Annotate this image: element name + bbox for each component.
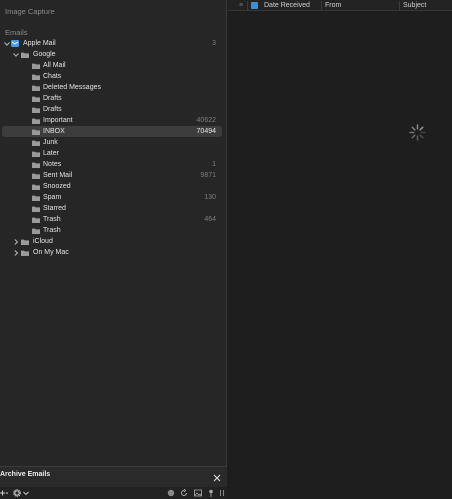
mailbox-label: INBOX — [43, 128, 65, 135]
mailbox-label: Drafts — [43, 95, 62, 102]
folder-icon — [21, 250, 29, 256]
google-label: Google — [33, 51, 56, 58]
column-header-from[interactable]: From — [325, 2, 341, 9]
folder-icon — [32, 217, 40, 223]
mailbox-label: Junk — [43, 139, 58, 146]
mailbox-row[interactable]: Notes 1 — [2, 159, 222, 170]
chevron-down-icon[interactable] — [12, 51, 20, 59]
mailbox-count: 1 — [212, 161, 216, 168]
on-my-mac-label: On My Mac — [33, 249, 69, 256]
mailbox-row[interactable]: All Mail — [2, 60, 222, 71]
chevron-right-icon[interactable] — [12, 238, 20, 246]
folder-icon — [32, 195, 40, 201]
mailbox-count: 464 — [204, 216, 216, 223]
section-header-image-capture[interactable]: Image Capture — [5, 7, 55, 16]
mailbox-row[interactable]: Drafts — [2, 93, 222, 104]
pause-icon[interactable] — [218, 489, 226, 497]
message-list: ≡ Date Received From Subject — [228, 0, 452, 499]
mailbox-row[interactable]: Later — [2, 148, 222, 159]
pin-icon[interactable] — [207, 489, 215, 497]
mailbox-label: Notes — [43, 161, 62, 168]
icloud-label: iCloud — [33, 238, 53, 245]
folder-icon — [32, 118, 40, 124]
activity-icon[interactable] — [167, 489, 175, 497]
mailbox-label: Spam — [43, 194, 62, 201]
folder-icon — [21, 52, 29, 58]
mailbox-row[interactable]: INBOX 70494 — [2, 126, 222, 137]
loading-spinner-icon — [409, 124, 426, 141]
mailbox-count: 9871 — [200, 172, 216, 179]
chevron-down-icon[interactable] — [3, 40, 11, 48]
column-divider[interactable] — [247, 1, 248, 10]
column-divider[interactable] — [399, 1, 400, 10]
mailbox-label: Later — [43, 150, 59, 157]
folder-icon — [32, 96, 40, 102]
folder-icon — [32, 140, 40, 146]
mailbox-row[interactable]: Trash 464 — [2, 214, 222, 225]
account-row-apple-mail[interactable]: Apple Mail 3 — [2, 38, 222, 49]
mailbox-label: All Mail — [43, 62, 66, 69]
folder-icon — [32, 151, 40, 157]
select-all-checkbox[interactable] — [251, 2, 258, 9]
mailbox-label: Drafts — [43, 106, 62, 113]
chevron-down-icon[interactable] — [22, 489, 30, 497]
chevron-right-icon[interactable] — [12, 249, 20, 257]
mailbox-count: 40622 — [196, 117, 216, 124]
mailbox-row[interactable]: Deleted Messages — [2, 82, 222, 93]
mailbox-row[interactable]: Sent Mail 9871 — [2, 170, 222, 181]
folder-icon — [32, 228, 40, 234]
mailbox-label: Sent Mail — [43, 172, 73, 179]
folder-icon — [32, 107, 40, 113]
mailbox-label: Chats — [43, 73, 62, 80]
folder-icon — [32, 184, 40, 190]
archive-panel-title: Archive Emails — [0, 471, 51, 478]
account-unread-count: 3 — [212, 40, 216, 47]
close-icon[interactable] — [213, 474, 221, 482]
mailbox-row[interactable]: Chats — [2, 71, 222, 82]
mailbox-label: Deleted Messages — [43, 84, 101, 91]
mailbox-row[interactable]: Drafts — [2, 104, 222, 115]
mailbox-row[interactable]: Starred — [2, 203, 222, 214]
archive-panel: Archive Emails — [0, 466, 227, 488]
mailbox-label: Starred — [43, 205, 66, 212]
account-row-icloud[interactable]: iCloud — [2, 236, 222, 247]
folder-icon — [32, 85, 40, 91]
table-header: ≡ Date Received From Subject — [228, 0, 452, 11]
account-row-google[interactable]: Google — [2, 49, 222, 60]
mailbox-row[interactable]: Trash — [2, 225, 222, 236]
mailbox-count: 130 — [204, 194, 216, 201]
folder-icon — [32, 129, 40, 135]
add-icon[interactable] — [0, 489, 9, 497]
column-divider[interactable] — [321, 1, 322, 10]
folder-icon — [32, 173, 40, 179]
sidebar: Image Capture Emails Apple Mail 3 Google… — [0, 0, 227, 499]
folder-icon — [32, 206, 40, 212]
mailbox-row[interactable]: Important 40622 — [2, 115, 222, 126]
sidebar-toolbar — [0, 487, 227, 499]
refresh-icon[interactable] — [180, 488, 188, 497]
mailbox-label: Trash — [43, 227, 61, 234]
folder-icon — [21, 239, 29, 245]
section-header-emails[interactable]: Emails — [5, 28, 28, 37]
mail-account-icon — [11, 40, 19, 47]
folder-icon — [32, 162, 40, 168]
folder-icon — [32, 63, 40, 69]
column-header-date[interactable]: Date Received — [264, 2, 310, 9]
mailbox-label: Important — [43, 117, 73, 124]
mailbox-row[interactable]: Spam 130 — [2, 192, 222, 203]
mailbox-row[interactable]: Snoozed — [2, 181, 222, 192]
column-header-subject[interactable]: Subject — [403, 2, 426, 9]
account-label: Apple Mail — [23, 40, 56, 47]
mailbox-row[interactable]: Junk — [2, 137, 222, 148]
account-row-on-my-mac[interactable]: On My Mac — [2, 247, 222, 258]
mailbox-label: Trash — [43, 216, 61, 223]
sort-icon[interactable]: ≡ — [239, 2, 243, 9]
photo-icon[interactable] — [194, 489, 202, 497]
mailbox-label: Snoozed — [43, 183, 71, 190]
mailbox-count: 70494 — [196, 128, 216, 135]
folder-icon — [32, 74, 40, 80]
gear-icon[interactable] — [13, 489, 21, 497]
